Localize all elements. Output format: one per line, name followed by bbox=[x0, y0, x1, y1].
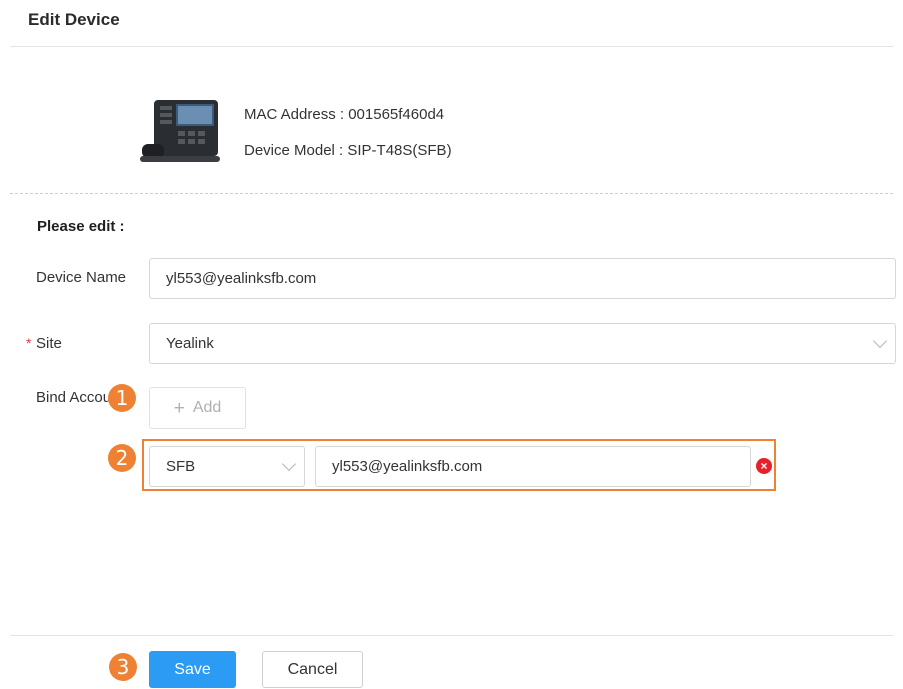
device-name-label: Device Name bbox=[36, 269, 127, 286]
section-divider bbox=[10, 193, 893, 194]
site-select[interactable]: Yealink bbox=[149, 323, 896, 364]
page-title: Edit Device bbox=[28, 10, 120, 29]
account-value: yl553@yealinksfb.com bbox=[332, 458, 483, 475]
device-name-input[interactable]: yl553@yealinksfb.com bbox=[149, 258, 896, 299]
chevron-down-icon bbox=[281, 456, 297, 472]
step-marker-3: 3 bbox=[109, 653, 137, 681]
plus-icon: + bbox=[173, 397, 185, 419]
step-marker-2: 2 bbox=[108, 444, 136, 472]
account-input[interactable]: yl553@yealinksfb.com bbox=[315, 446, 751, 487]
header-divider bbox=[10, 46, 893, 47]
step-marker-1: 1 bbox=[108, 384, 136, 412]
add-account-label: Add bbox=[192, 399, 222, 416]
bind-account-label: Bind Accou bbox=[36, 389, 112, 406]
required-mark: * bbox=[26, 335, 32, 351]
device-model: Device Model : SIP-T48S(SFB) bbox=[244, 142, 452, 159]
remove-account-icon[interactable]: × bbox=[756, 458, 772, 474]
desk-phone-image bbox=[140, 100, 220, 162]
add-account-button[interactable]: + Add bbox=[149, 387, 246, 429]
cancel-button[interactable]: Cancel bbox=[262, 651, 363, 688]
account-type-value: SFB bbox=[166, 458, 196, 475]
account-type-select[interactable]: SFB bbox=[149, 446, 305, 487]
device-name-value: yl553@yealinksfb.com bbox=[166, 270, 317, 287]
save-button[interactable]: Save bbox=[149, 651, 236, 688]
site-label: Site bbox=[36, 335, 62, 352]
site-value: Yealink bbox=[166, 335, 214, 352]
footer-divider bbox=[10, 635, 893, 636]
chevron-down-icon bbox=[872, 333, 888, 349]
section-heading: Please edit : bbox=[37, 218, 125, 235]
mac-address: MAC Address : 001565f460d4 bbox=[244, 106, 445, 123]
